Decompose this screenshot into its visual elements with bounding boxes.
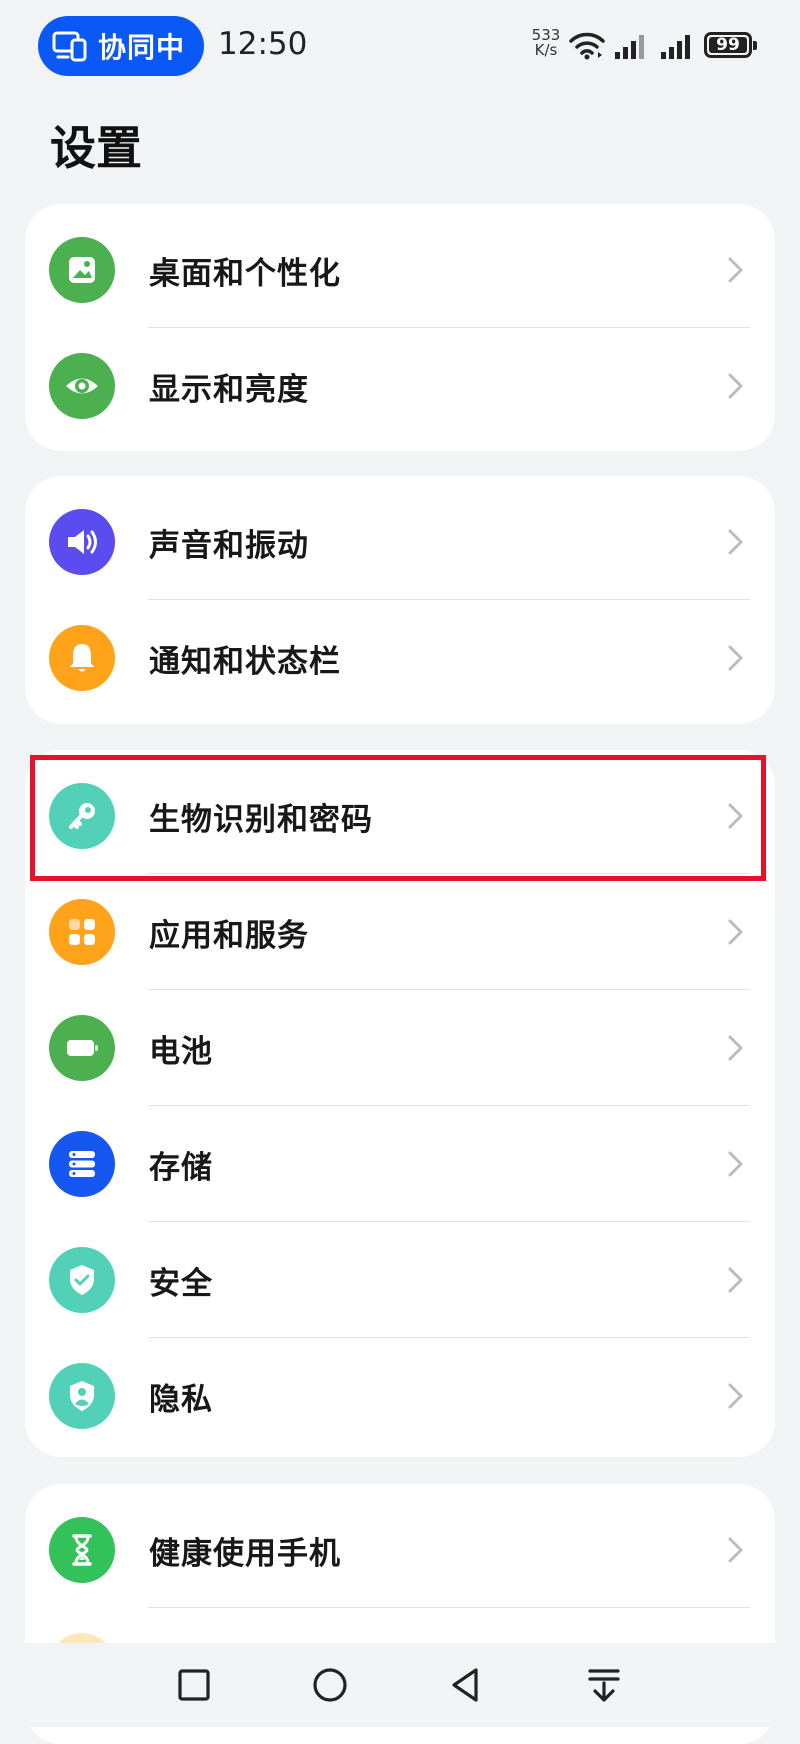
highlight-annotation: [30, 755, 766, 881]
battery-indicator: 99: [704, 32, 757, 58]
settings-item-privacy[interactable]: 隐私: [25, 1338, 775, 1454]
settings-item-label: 存储: [149, 1150, 213, 1186]
shield-check-icon: [49, 1247, 115, 1313]
wifi-icon: [569, 32, 605, 60]
settings-item-label: 通知和状态栏: [149, 644, 341, 680]
battery-level: 99: [716, 35, 740, 55]
chevron-right-icon: [728, 373, 743, 399]
settings-group-2: 声音和振动 通知和状态栏: [25, 476, 775, 724]
signal-2-icon: [661, 35, 690, 59]
settings-item-security[interactable]: 安全: [25, 1222, 775, 1338]
settings-item-label: 声音和振动: [149, 528, 309, 564]
hourglass-icon: [49, 1517, 115, 1583]
clock: 12:50: [218, 26, 308, 62]
settings-item-notifications[interactable]: 通知和状态栏: [25, 600, 775, 716]
navigation-bar: [0, 1643, 800, 1727]
collab-label: 协同中: [98, 31, 186, 64]
settings-item-apps[interactable]: 应用和服务: [25, 874, 775, 990]
settings-item-label: 显示和亮度: [149, 372, 309, 408]
signal-1-icon: [615, 35, 644, 59]
settings-item-label: 应用和服务: [149, 918, 309, 954]
chevron-right-icon: [728, 257, 743, 283]
notification-pulldown-button[interactable]: [582, 1663, 626, 1707]
settings-item-digital-balance[interactable]: 健康使用手机: [25, 1492, 775, 1608]
settings-item-battery[interactable]: 电池: [25, 990, 775, 1106]
recent-apps-button[interactable]: [172, 1663, 216, 1707]
speaker-icon: [49, 509, 115, 575]
settings-item-sound[interactable]: 声音和振动: [25, 484, 775, 600]
chevron-right-icon: [728, 1035, 743, 1061]
collab-indicator[interactable]: 协同中: [38, 16, 204, 76]
chevron-right-icon: [728, 645, 743, 671]
multi-device-icon: [52, 31, 87, 62]
page-title: 设置: [50, 121, 142, 175]
settings-item-label: 健康使用手机: [149, 1536, 341, 1572]
eye-icon: [49, 353, 115, 419]
chevron-right-icon: [728, 1151, 743, 1177]
chevron-right-icon: [728, 1383, 743, 1409]
apps-grid-icon: [49, 899, 115, 965]
bell-icon: [49, 625, 115, 691]
battery-icon: [49, 1015, 115, 1081]
settings-item-wallpaper[interactable]: 桌面和个性化: [25, 212, 775, 328]
net-speed-unit: K/s: [534, 41, 558, 59]
back-button[interactable]: [444, 1663, 488, 1707]
chevron-right-icon: [728, 1537, 743, 1563]
chevron-right-icon: [728, 1267, 743, 1293]
chevron-right-icon: [728, 919, 743, 945]
privacy-shield-icon: [49, 1363, 115, 1429]
wallpaper-icon: [49, 237, 115, 303]
settings-group-1: 桌面和个性化 显示和亮度: [25, 204, 775, 451]
net-speed: 533 K/s: [528, 28, 564, 58]
status-bar: 协同中 12:50 533 K/s 99: [0, 0, 800, 92]
settings-item-display[interactable]: 显示和亮度: [25, 328, 775, 444]
settings-item-label: 安全: [149, 1266, 213, 1302]
settings-item-label: 桌面和个性化: [149, 256, 341, 292]
storage-icon: [49, 1131, 115, 1197]
chevron-right-icon: [728, 529, 743, 555]
settings-item-storage[interactable]: 存储: [25, 1106, 775, 1222]
home-button[interactable]: [308, 1663, 352, 1707]
settings-item-label: 隐私: [149, 1382, 213, 1418]
settings-item-label: 电池: [149, 1034, 213, 1070]
